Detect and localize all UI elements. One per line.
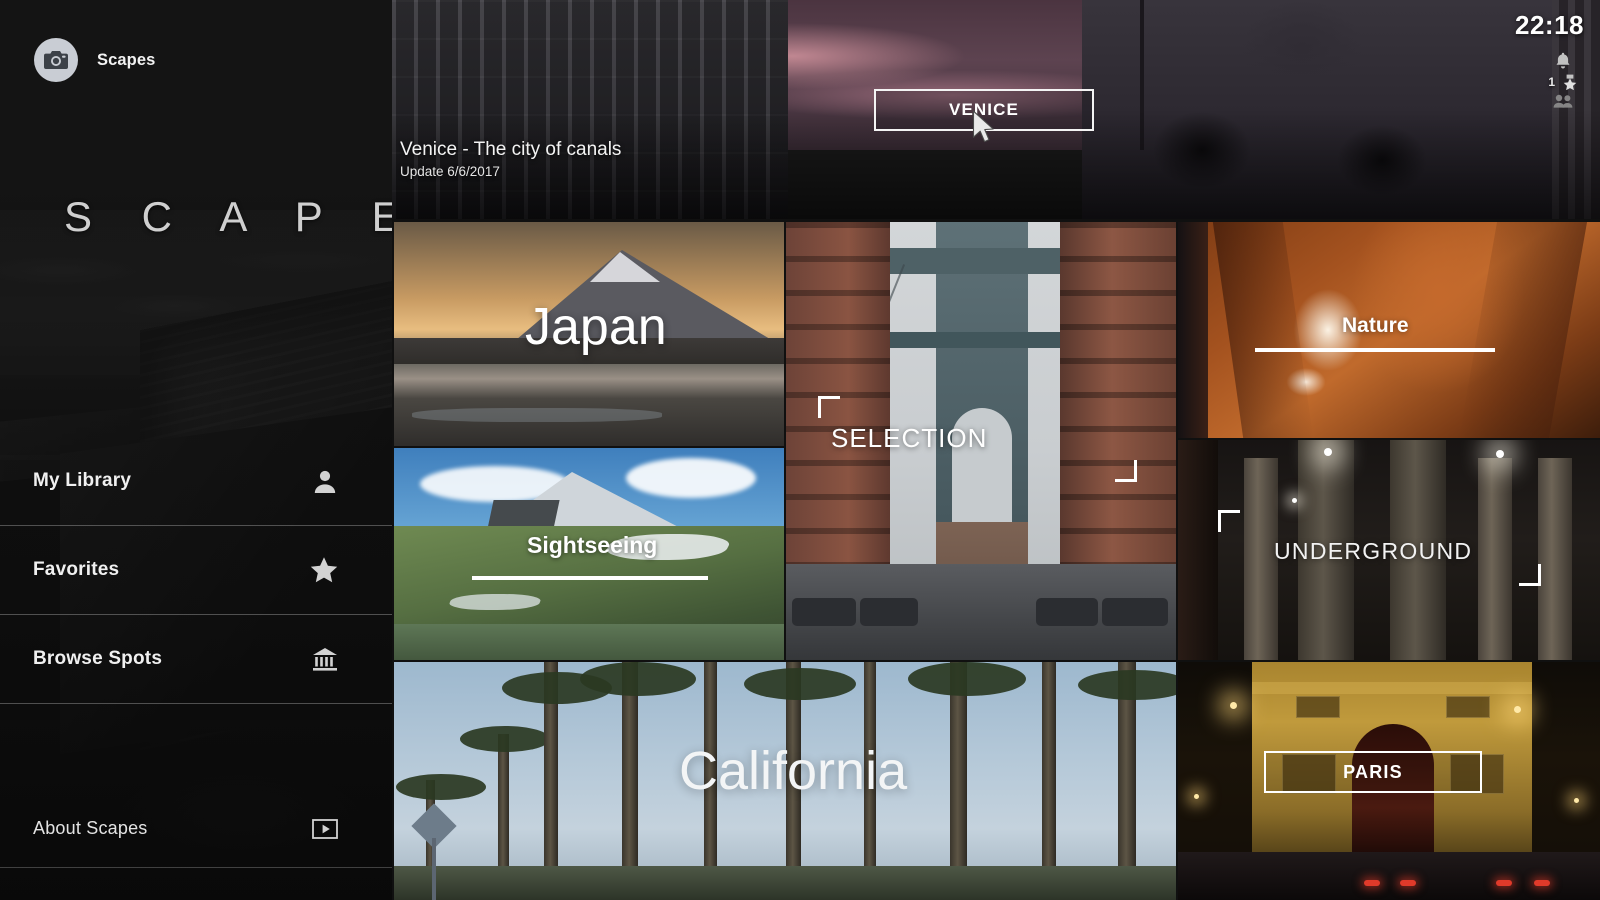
app-title: Scapes (97, 51, 155, 70)
focus-corner-bottom-right (1115, 460, 1137, 482)
focus-corner-top-left (1218, 510, 1240, 532)
sidebar-item-favorites[interactable]: Favorites (0, 526, 392, 615)
tile-japan[interactable]: Japan (394, 222, 784, 446)
account-indicator[interactable] (1553, 94, 1573, 108)
tile-underline-rule (472, 576, 708, 580)
favorites-indicator[interactable]: 1 (1548, 74, 1578, 90)
app-header[interactable]: Scapes (34, 38, 155, 82)
tile-label: Nature (1342, 314, 1409, 338)
people-icon (1553, 94, 1573, 108)
focus-corner-bottom-right (1519, 564, 1541, 586)
tile-label: Japan (525, 297, 667, 357)
sidebar-item-label: My Library (33, 470, 131, 492)
status-tray: 1 (1548, 52, 1578, 108)
tile-label: PARIS (1343, 762, 1403, 783)
tile-caption-subtitle: Update 6/6/2017 (400, 164, 621, 179)
clock: 22:18 (1515, 10, 1584, 41)
sidebar-nav: My Library Favorites (0, 437, 392, 704)
sidebar-item-label: Favorites (33, 559, 119, 581)
sidebar-item-about-scapes[interactable]: About Scapes (0, 790, 392, 868)
tile-california[interactable]: California (394, 662, 1176, 900)
bell-icon (1555, 52, 1571, 70)
tile-underground[interactable]: UNDERGROUND (1178, 440, 1600, 660)
sidebar: Scapes S C A P E S My Library Favorites (0, 0, 392, 900)
play-box-icon (312, 819, 338, 839)
star-icon (1562, 74, 1578, 90)
sidebar-item-browse-spots[interactable]: Browse Spots (0, 615, 392, 704)
mouse-cursor (972, 110, 998, 149)
app-wordmark: S C A P E S (64, 193, 392, 241)
scapes-app: Scapes S C A P E S My Library Favorites (0, 0, 1600, 900)
bank-icon (312, 647, 338, 671)
tile-underline-rule (1255, 348, 1495, 352)
paris-focus-box[interactable]: PARIS (1264, 751, 1482, 793)
tile-label: California (679, 740, 907, 802)
tile-selection[interactable]: SELECTION (786, 222, 1176, 660)
sidebar-item-label: Browse Spots (33, 648, 162, 670)
star-icon (310, 557, 338, 584)
tile-label: UNDERGROUND (1274, 538, 1472, 565)
tile-caption: Venice - The city of canals Update 6/6/2… (400, 139, 621, 179)
status-overlay: 22:18 1 (1480, 0, 1600, 170)
sidebar-item-label: About Scapes (33, 818, 147, 839)
tile-caption-title: Venice - The city of canals (400, 139, 621, 161)
tile-label: SELECTION (831, 423, 987, 454)
tile-paris[interactable]: PARIS (1178, 662, 1600, 900)
notifications-indicator[interactable] (1555, 52, 1571, 70)
focus-corner-top-left (818, 396, 840, 418)
tile-sightseeing[interactable]: Sightseeing (394, 448, 784, 660)
camera-icon (34, 38, 78, 82)
tile-label: Sightseeing (527, 532, 657, 559)
favorites-count: 1 (1548, 75, 1555, 89)
person-icon (312, 468, 338, 494)
tile-nature[interactable]: Nature (1178, 222, 1600, 438)
sidebar-item-my-library[interactable]: My Library (0, 437, 392, 526)
